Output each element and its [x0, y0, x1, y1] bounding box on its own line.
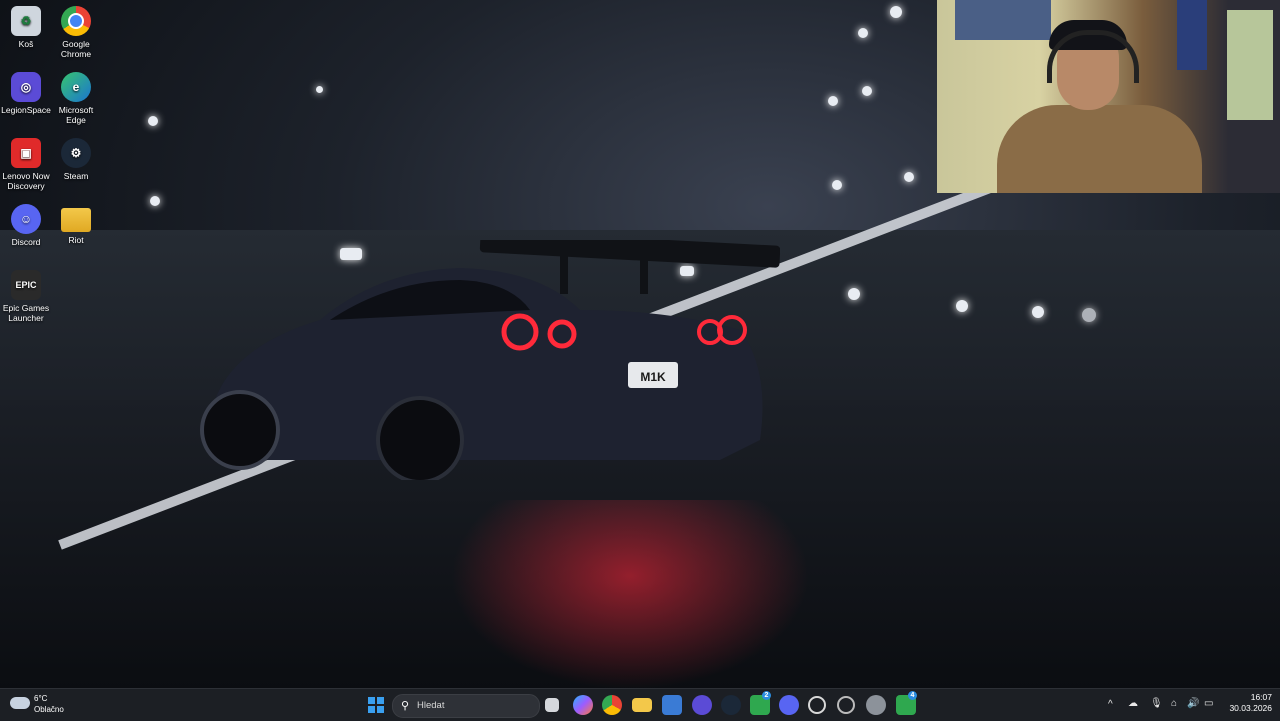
weather-temp: 6°C — [34, 694, 48, 703]
poster-on-wall — [955, 0, 1051, 40]
weather-condition: Oblačno — [34, 705, 64, 714]
desktop-icon-label: Riot — [68, 235, 84, 245]
desktop-icon-lenovo-now[interactable]: ▣ Lenovo Now Discovery — [0, 138, 52, 191]
chrome-icon[interactable] — [602, 695, 622, 715]
person-hoodie — [997, 105, 1202, 193]
wallpaper-light — [1032, 306, 1044, 318]
desktop-icon-epic-games[interactable]: EPIC Epic Games Launcher — [0, 270, 52, 323]
desktop-icon-steam[interactable]: ⚙ Steam — [50, 138, 102, 181]
file-explorer-icon[interactable] — [632, 698, 652, 712]
copilot-icon[interactable] — [573, 695, 593, 715]
clock[interactable]: 16:07 30.03.2026 — [1222, 692, 1272, 714]
wallpaper-light — [316, 86, 323, 93]
steam-icon[interactable] — [721, 695, 741, 715]
license-plate: M1K — [640, 370, 666, 384]
search-icon: ⚲ — [401, 700, 410, 712]
desktop-icon-discord[interactable]: ☺ Discord — [0, 204, 52, 247]
desktop-wallpaper: M1K ♻ Koš Google Chrome ◎ LegionSpace e … — [0, 0, 1280, 688]
taskbar-search[interactable]: ⚲ Hledat — [392, 694, 540, 718]
show-hidden-icons[interactable]: ^ — [1108, 699, 1113, 710]
microphone-icon[interactable]: 🎙 — [1150, 698, 1163, 709]
notification-badge: 2 — [762, 691, 771, 700]
wallpaper-light — [858, 28, 868, 38]
clock-time: 16:07 — [1250, 692, 1272, 702]
legionspace-icon: ◎ — [11, 72, 41, 102]
desktop-icon-legionspace[interactable]: ◎ LegionSpace — [0, 72, 52, 115]
recycle-bin-icon: ♻ — [11, 6, 41, 36]
discord-icon: ☺ — [11, 204, 41, 234]
edge-icon: e — [61, 72, 91, 102]
window — [1227, 10, 1273, 120]
gear-icon[interactable] — [866, 695, 886, 715]
notification-badge: 4 — [908, 691, 917, 700]
desktop-icon-recycle-bin[interactable]: ♻ Koš — [0, 6, 52, 49]
steam-icon: ⚙ — [61, 138, 91, 168]
desktop-icon-label: LegionSpace — [1, 105, 51, 115]
desktop-icon-label: Epic Games Launcher — [2, 303, 50, 323]
settings-gear-icon[interactable] — [808, 696, 826, 714]
volume-icon[interactable]: 🔊 — [1187, 698, 1199, 709]
wallpaper-light — [956, 300, 968, 312]
task-view-icon[interactable] — [545, 698, 559, 712]
desktop-icon-label: Google Chrome — [60, 39, 92, 59]
epic-games-icon: EPIC — [11, 270, 41, 300]
folder-icon — [61, 208, 91, 232]
wallpaper-light — [148, 116, 158, 126]
wallpaper-light — [904, 172, 914, 182]
desktop-icon-label: Microsoft Edge — [58, 105, 94, 125]
wallpaper-red-reflection — [450, 500, 810, 688]
wallpaper-light — [1082, 308, 1096, 322]
windows-logo-icon — [368, 697, 384, 713]
banner-on-wall — [1177, 0, 1207, 70]
legionspace-icon[interactable] — [692, 695, 712, 715]
battery-icon[interactable]: ▭ — [1204, 698, 1213, 709]
wallpaper-car: M1K — [200, 240, 780, 480]
xbox-icon[interactable]: 2 — [750, 691, 771, 715]
cloud-icon — [10, 697, 30, 709]
wallpaper-light — [890, 6, 902, 18]
wallpaper-light — [832, 180, 842, 190]
desktop-icon-riot[interactable]: Riot — [50, 204, 102, 245]
desktop-icon-label: Koš — [18, 39, 34, 49]
taskbar: 6°C Oblačno ⚲ Hledat 2 4 ^ ☁ 🎙 ⌂ 🔊 ▭ 16:… — [0, 688, 1280, 721]
search-placeholder: Hledat — [417, 700, 445, 711]
clock-date: 30.03.2026 — [1229, 703, 1272, 713]
network-icon[interactable]: ☁ — [1128, 698, 1138, 709]
store-icon[interactable] — [662, 695, 682, 715]
wallpaper-light — [862, 86, 872, 96]
lenovo-now-icon: ▣ — [11, 138, 41, 168]
desktop-icon-label: Steam — [63, 171, 89, 181]
start-button[interactable] — [366, 695, 386, 715]
legion-icon[interactable] — [837, 696, 855, 714]
chrome-icon — [61, 6, 91, 36]
desktop-icon-chrome[interactable]: Google Chrome — [50, 6, 102, 59]
desktop-icon-label: Discord — [11, 237, 41, 247]
wallpaper-light — [150, 196, 160, 206]
xbox-icon[interactable]: 4 — [896, 691, 917, 715]
wallpaper-light — [848, 288, 860, 300]
desktop-icon-edge[interactable]: e Microsoft Edge — [50, 72, 102, 125]
wifi-icon[interactable]: ⌂ — [1171, 698, 1177, 709]
desktop-icon-label: Lenovo Now Discovery — [2, 171, 50, 191]
wallpaper-light — [828, 96, 838, 106]
discord-icon[interactable] — [779, 695, 799, 715]
webcam-overlay — [937, 0, 1280, 193]
